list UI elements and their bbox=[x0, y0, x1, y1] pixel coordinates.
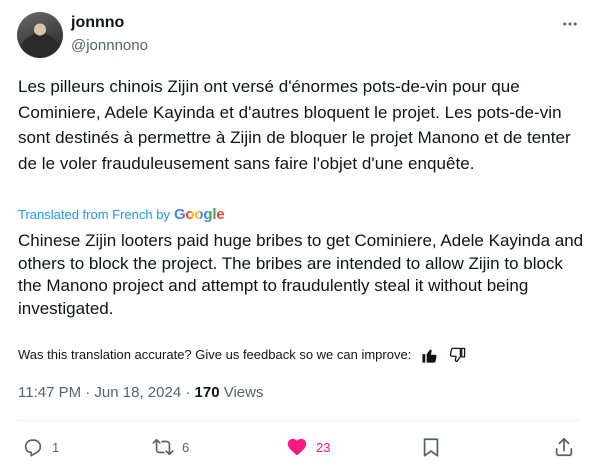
thumbs-down-button[interactable] bbox=[447, 345, 467, 365]
reply-count: 1 bbox=[52, 439, 60, 455]
translation-feedback: Was this translation accurate? Give us f… bbox=[18, 345, 467, 365]
share-icon bbox=[555, 437, 573, 457]
author-display-name[interactable]: jonnno bbox=[71, 13, 124, 33]
more-options-button[interactable] bbox=[556, 12, 584, 36]
tweet-timestamp[interactable]: 11:47 PM · Jun 18, 2024 bbox=[18, 384, 181, 401]
share-button[interactable] bbox=[553, 436, 575, 458]
bookmark-icon bbox=[423, 438, 439, 457]
original-tweet-text: Les pilleurs chinois Zijin ont versé d'é… bbox=[18, 77, 571, 173]
views-count: 170 bbox=[194, 384, 220, 401]
translated-from-label: Translated from French by bbox=[18, 207, 170, 222]
google-logo: Google bbox=[173, 206, 225, 223]
reply-button[interactable]: 1 bbox=[22, 436, 59, 458]
divider bbox=[18, 420, 580, 421]
like-button[interactable]: 23 bbox=[286, 436, 330, 458]
views-label: Views bbox=[223, 384, 264, 401]
repost-button[interactable]: 6 bbox=[152, 436, 189, 458]
tweet-metadata: 11:47 PM · Jun 18, 2024 · 170 Views bbox=[18, 383, 263, 403]
translated-tweet-text: Chinese Zijin looters paid huge bribes t… bbox=[18, 231, 584, 318]
feedback-prompt: Was this translation accurate? Give us f… bbox=[18, 347, 412, 362]
more-horizontal-icon bbox=[563, 22, 577, 26]
meta-separator: · bbox=[181, 384, 195, 401]
repost-icon bbox=[152, 438, 174, 456]
like-count: 23 bbox=[316, 439, 331, 455]
translated-from-link[interactable]: Translated from French by Google bbox=[18, 206, 225, 224]
repost-count: 6 bbox=[182, 439, 190, 455]
heart-icon bbox=[287, 438, 307, 456]
avatar[interactable] bbox=[17, 12, 63, 58]
thumbs-down-icon bbox=[449, 347, 466, 362]
bookmark-button[interactable] bbox=[420, 436, 442, 458]
thumbs-up-button[interactable] bbox=[419, 345, 439, 365]
thumbs-up-icon bbox=[422, 349, 437, 363]
reply-icon bbox=[24, 439, 42, 457]
author-handle[interactable]: @jonnnono bbox=[71, 36, 148, 56]
